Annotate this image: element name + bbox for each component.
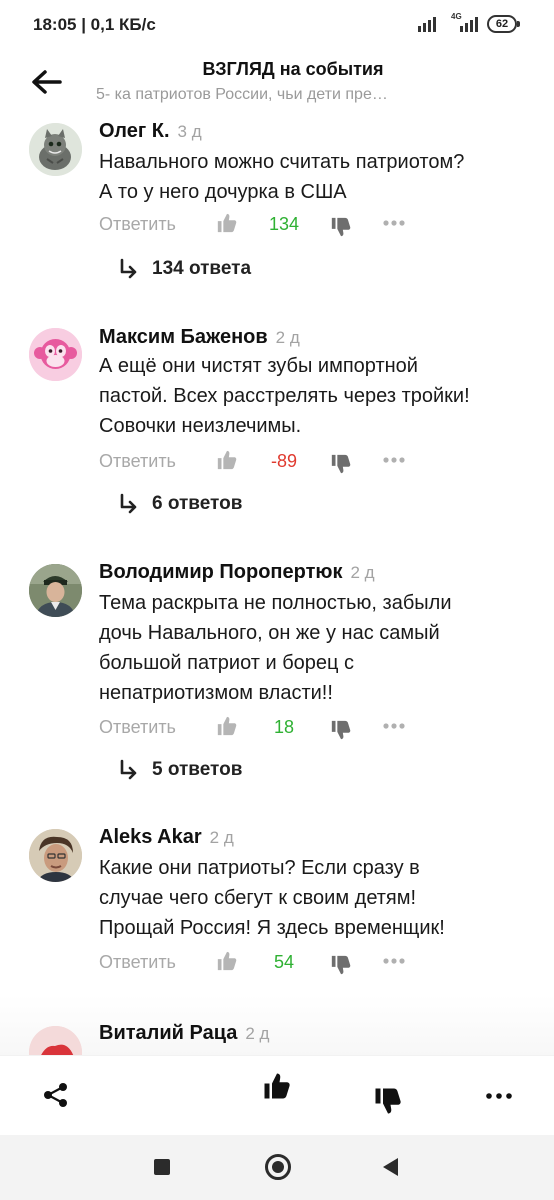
- thumbs-down-icon[interactable]: [373, 1086, 403, 1116]
- comment-text: Тема раскрыта не полностью, забыли дочь …: [99, 588, 539, 708]
- comment-header: Олег К. 3 д: [99, 120, 202, 143]
- comment-text: Какие они патриоты? Если сразу в случае …: [99, 853, 539, 943]
- show-replies-button[interactable]: 134 ответа: [118, 258, 251, 288]
- thumbs-down-icon[interactable]: [330, 719, 352, 741]
- more-icon[interactable]: [381, 449, 407, 471]
- comment-header: Виталий Раца 2 д: [99, 1022, 269, 1045]
- reply-button[interactable]: Ответить: [99, 717, 176, 738]
- recent-apps-icon[interactable]: [154, 1159, 170, 1175]
- reply-button[interactable]: Ответить: [99, 214, 176, 235]
- comment-actions: Ответить 134: [99, 210, 519, 240]
- comment-text-line: А ещё они чистят зубы импортной: [99, 355, 418, 377]
- reply-button[interactable]: Ответить: [99, 952, 176, 973]
- comment-actions: Ответить 54: [99, 948, 519, 978]
- replies-count: 6 ответов: [152, 493, 243, 514]
- person-avatar-icon[interactable]: [29, 564, 82, 617]
- comment-header: Aleks Akar 2 д: [99, 826, 234, 849]
- comment-header: Володимир Поропертюк 2 д: [99, 561, 375, 584]
- bottom-toolbar: [0, 1055, 554, 1136]
- page-title: ВЗГЛЯД на события: [202, 59, 384, 79]
- comment-author[interactable]: Олег К.: [99, 120, 170, 142]
- comment-score: 54: [273, 952, 295, 972]
- comment-score: -89: [270, 451, 297, 471]
- status-time-speed: 18:05 | 0,1 КБ/с: [33, 15, 156, 34]
- comment-time: 2 д: [209, 828, 234, 847]
- signal-icon: [418, 16, 436, 32]
- back-arrow-icon: [32, 70, 62, 94]
- reply-arrow-icon: [120, 493, 137, 514]
- comment: Виталий Раца 2 д: [0, 1022, 554, 1055]
- thumbs-up-icon[interactable]: [216, 449, 238, 471]
- thumbs-up-icon[interactable]: [216, 212, 238, 234]
- thumbs-down-icon[interactable]: [330, 216, 352, 238]
- status-bar: 18:05 | 0,1 КБ/с 4G 62: [0, 0, 554, 50]
- more-icon[interactable]: [381, 212, 407, 234]
- comment: Олег К. 3 д Навального можно считать патр…: [0, 120, 554, 300]
- person-avatar-icon[interactable]: [29, 1026, 82, 1055]
- comment-text-line: большой патриот и борец с: [99, 652, 355, 674]
- comment-author[interactable]: Aleks Akar: [99, 826, 202, 848]
- comment-actions: Ответить 18: [99, 713, 519, 743]
- comment-author[interactable]: Володимир Поропертюк: [99, 561, 342, 583]
- more-icon[interactable]: [381, 950, 407, 972]
- comment-header: Максим Баженов 2 д: [99, 326, 300, 349]
- replies-count: 5 ответов: [152, 759, 243, 780]
- comment-text-line: Прощай Россия! Я здесь временщик!: [99, 917, 445, 939]
- comment-text-line: Тема раскрыта не полностью, забыли: [99, 592, 452, 614]
- monkey-avatar-icon[interactable]: [29, 328, 82, 381]
- reply-arrow-icon: [120, 759, 137, 780]
- comment-text-line: пастой. Всех расстрелять через тройки!: [99, 385, 470, 407]
- system-nav-bar: [0, 1135, 554, 1200]
- comment-text-line: случае чего сбегут к своим детям!: [99, 887, 417, 909]
- comment: Максим Баженов 2 д А ещё они чистят зубы …: [0, 326, 554, 536]
- back-nav-icon[interactable]: [381, 1157, 399, 1177]
- comment-text: Навального можно считать патриотом? А то…: [99, 147, 539, 207]
- person-avatar-icon[interactable]: [29, 829, 82, 882]
- comment-text-line: Какие они патриоты? Если сразу в: [99, 857, 420, 879]
- comment-text-line: дочь Навального, он же у нас самый: [99, 622, 440, 644]
- comment-text: А ещё они чистят зубы импортной пастой. …: [99, 351, 539, 441]
- comment-score: 134: [268, 214, 300, 234]
- replies-count: 134 ответа: [152, 258, 252, 279]
- comment-time: 2 д: [350, 563, 375, 582]
- reply-arrow-icon: [120, 258, 137, 279]
- comment: Володимир Поропертюк 2 д Тема раскрыта не…: [0, 561, 554, 801]
- comment-text-line: А то у него дочурка в США: [99, 181, 347, 203]
- comment-text-line: непатриотизмом власти!!: [99, 682, 333, 704]
- comment-time: 3 д: [177, 122, 202, 141]
- share-icon[interactable]: [42, 1081, 70, 1109]
- comment-time: 2 д: [245, 1024, 270, 1043]
- signal-icon: [460, 16, 478, 32]
- article-subtitle[interactable]: 5- ка патриотов России, чьи дети пре…: [96, 86, 466, 104]
- reply-button[interactable]: Ответить: [99, 451, 176, 472]
- comment-score: 18: [273, 717, 295, 737]
- comment-text-line: Совочки неизлечимы.: [99, 415, 302, 437]
- thumbs-down-icon[interactable]: [330, 954, 352, 976]
- thumbs-up-icon[interactable]: [216, 715, 238, 737]
- comment-author[interactable]: Максим Баженов: [99, 326, 268, 348]
- header: ВЗГЛЯД на события 5- ка патриотов России…: [0, 50, 554, 112]
- comment-actions: Ответить -89: [99, 447, 519, 477]
- thumbs-up-icon[interactable]: [216, 950, 238, 972]
- show-replies-button[interactable]: 5 ответов: [118, 759, 242, 789]
- home-icon[interactable]: [265, 1154, 291, 1180]
- thumbs-up-icon[interactable]: [262, 1071, 292, 1101]
- cat-avatar-icon[interactable]: [29, 123, 82, 176]
- battery-icon: 62: [487, 15, 520, 33]
- comment-author[interactable]: Виталий Раца: [99, 1022, 237, 1044]
- comment-text-line: Навального можно считать патриотом?: [99, 151, 465, 173]
- more-icon[interactable]: [484, 1086, 514, 1106]
- show-replies-button[interactable]: 6 ответов: [118, 493, 242, 523]
- more-icon[interactable]: [381, 715, 407, 737]
- comment-time: 2 д: [275, 328, 300, 347]
- thumbs-down-icon[interactable]: [330, 453, 352, 475]
- comment: Aleks Akar 2 д Какие они патриоты? Если с…: [0, 826, 554, 986]
- back-button[interactable]: [28, 64, 68, 100]
